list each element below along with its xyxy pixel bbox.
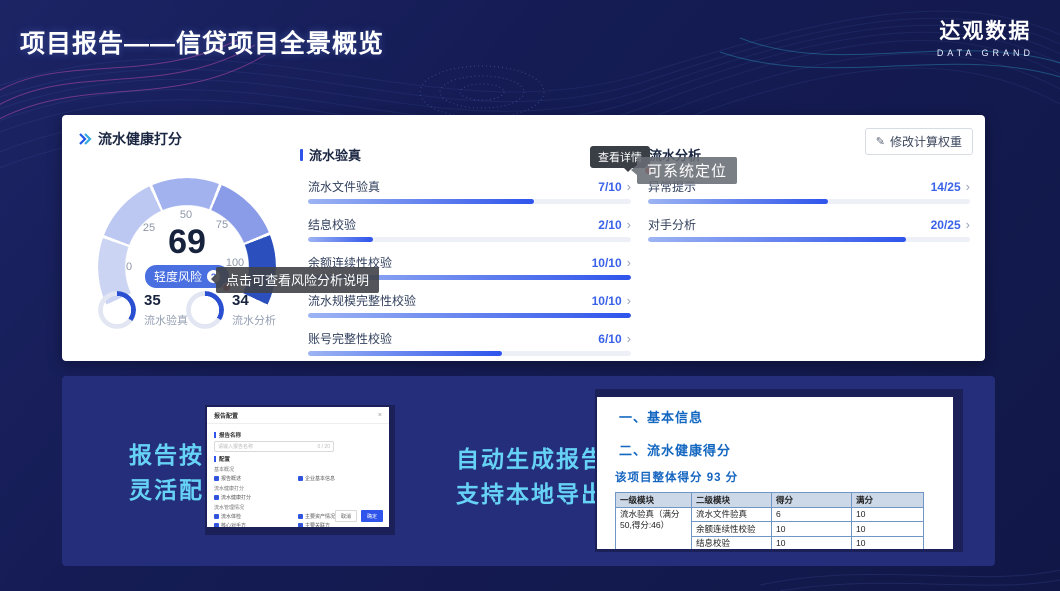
page-title: 项目报告——信贷项目全景概览: [20, 24, 384, 60]
report-score-table: 一级模块 二级模块 得分 满分 流水验真（满分50,得分:46） 流水文件验真 …: [615, 492, 924, 549]
subscore-label: 流水验真: [144, 312, 188, 328]
chevron-right-icon: ›: [627, 293, 631, 308]
subscore-value: 35: [144, 292, 188, 309]
metric-label: 账号完整性校验: [308, 330, 392, 347]
report-document: 一、基本信息 二、流水健康得分 该项目整体得分 93 分 一级模块 二级模块 得…: [597, 397, 953, 549]
checkbox-icon: ✓: [298, 476, 303, 481]
checkbox-icon: ✓: [214, 476, 219, 481]
progress-bar: [308, 351, 631, 356]
risk-tooltip: 点击可查看风险分析说明: [216, 267, 379, 293]
table-row: 流水验真（满分50,得分:46） 流水文件验真 6 10: [616, 507, 924, 522]
table-group-cell: 流水验真（满分50,得分:46）: [616, 507, 692, 549]
double-chevron-icon: [78, 132, 92, 146]
chevron-right-icon: ›: [966, 217, 970, 232]
subscore-analysis: 34 流水分析: [186, 291, 276, 329]
report-name-input: 请输入报告名称 0 / 20: [214, 441, 334, 452]
verify-section-title: 流水验真: [300, 145, 631, 164]
dialog-group-title: 基本概况: [214, 466, 382, 473]
subscore-value: 34: [232, 292, 276, 309]
brand-logo-cn: 达观数据: [937, 15, 1034, 45]
analysis-section: 流水分析 可系统定位 异常提示 14/25› 对手分析 20/25›: [640, 145, 970, 254]
progress-bar: [648, 199, 970, 204]
metric-label: 流水文件验真: [308, 178, 380, 195]
dialog-title: 报告配置: [214, 411, 238, 420]
chevron-right-icon: ›: [627, 217, 631, 232]
subscore-label: 流水分析: [232, 312, 276, 328]
subscore-verify: 35 流水验真: [98, 291, 188, 329]
bottom-feature-panel: 报告按需 灵活配置 报告配置 × 报告名称 请输入报告名称 0 / 20 配置 …: [62, 376, 995, 566]
dialog-config-section: 配置: [214, 455, 382, 463]
subscore-ring: [186, 291, 224, 329]
metric-label: 对手分析: [648, 216, 696, 233]
dialog-checkbox-item: ✓流水健康打分: [214, 494, 300, 501]
close-icon: ×: [378, 412, 382, 419]
dialog-checkbox-item: ✓企业基本信息: [298, 475, 382, 482]
dialog-cancel-button: 取消: [335, 510, 357, 522]
metric-label: 结息校验: [308, 216, 356, 233]
metric-row: 流水规模完整性校验 10/10›: [308, 292, 631, 318]
chevron-right-icon: ›: [627, 255, 631, 270]
gauge-score-value: 69: [98, 223, 276, 262]
checkbox-icon: ✓: [214, 523, 219, 527]
subscore-ring: [98, 291, 136, 329]
metric-score-link[interactable]: 7/10›: [598, 179, 631, 194]
score-panel: 流水健康打分 ✎ 修改计算权重 0 25 50 75 100 69 轻度风险 ?…: [62, 115, 985, 361]
accent-bar: [300, 149, 303, 161]
metric-label: 流水规模完整性校验: [308, 292, 416, 309]
config-dialog-screenshot: 报告配置 × 报告名称 请输入报告名称 0 / 20 配置 基本概况 ✓报告概述…: [205, 405, 395, 535]
metric-score-link[interactable]: 10/10›: [592, 255, 631, 270]
gauge-tick: 50: [180, 209, 192, 221]
system-locate-callout: 可系统定位: [637, 157, 737, 184]
report-heading-1: 一、基本信息: [619, 407, 953, 426]
table-header: 一级模块: [616, 493, 692, 508]
metric-score-link[interactable]: 6/10›: [598, 331, 631, 346]
dialog-checkbox-item: ✓核心对手方: [214, 522, 298, 527]
report-screenshot: 一、基本信息 二、流水健康得分 该项目整体得分 93 分 一级模块 二级模块 得…: [595, 389, 963, 552]
progress-bar: [648, 237, 970, 242]
checkbox-icon: ✓: [298, 523, 303, 527]
panel-header: 流水健康打分: [78, 129, 182, 149]
progress-bar: [308, 237, 631, 242]
dialog-checkbox-item: ✓流水体检: [214, 513, 298, 520]
table-header: 二级模块: [692, 493, 772, 508]
metric-score-link[interactable]: 14/25›: [931, 179, 970, 194]
dialog-checkbox-item: ✓报告概述: [214, 475, 298, 482]
dialog-checkbox-item: ✓主要关联方: [298, 522, 382, 527]
checkbox-icon: ✓: [298, 514, 303, 519]
report-total-score: 该项目整体得分 93 分: [615, 469, 953, 485]
progress-bar: [308, 199, 631, 204]
checkbox-icon: ✓: [214, 514, 219, 519]
report-heading-2: 二、流水健康得分: [619, 440, 953, 459]
metric-row: 对手分析 20/25›: [648, 216, 970, 242]
chevron-right-icon: ›: [966, 179, 970, 194]
metric-score-link[interactable]: 20/25›: [931, 217, 970, 232]
table-header: 得分: [772, 493, 852, 508]
progress-bar: [308, 313, 631, 318]
checkbox-icon: ✓: [214, 495, 219, 500]
verify-section: 流水验真 流水文件验真 7/10› 结息校验 2/10› 余额连续性校验: [300, 145, 631, 368]
brand-logo-en: DATA GRAND: [937, 48, 1034, 58]
metric-row: 账号完整性校验 6/10›: [308, 330, 631, 356]
brand-logo: 达观数据 DATA GRAND: [937, 15, 1034, 58]
metric-score-link[interactable]: 10/10›: [592, 293, 631, 308]
metric-score-link[interactable]: 2/10›: [598, 217, 631, 232]
dialog-ok-button: 确定: [361, 510, 383, 522]
metric-row: 流水文件验真 7/10›: [308, 178, 631, 204]
table-header: 满分: [852, 493, 924, 508]
panel-title: 流水健康打分: [98, 129, 182, 149]
config-dialog: 报告配置 × 报告名称 请输入报告名称 0 / 20 配置 基本概况 ✓报告概述…: [207, 407, 389, 527]
chevron-right-icon: ›: [627, 179, 631, 194]
dialog-group-title: 流水健康打分: [214, 485, 382, 492]
metric-row: 结息校验 2/10›: [308, 216, 631, 242]
dialog-name-section: 报告名称: [214, 431, 382, 439]
chevron-right-icon: ›: [627, 331, 631, 346]
